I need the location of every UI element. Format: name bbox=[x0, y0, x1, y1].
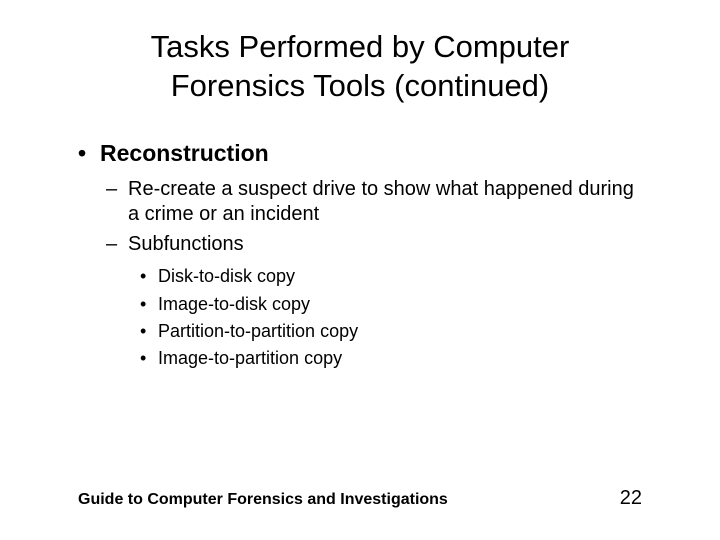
bullet-text: Image-to-partition copy bbox=[158, 348, 342, 368]
bullet-text: Re-create a suspect drive to show what h… bbox=[128, 178, 634, 226]
bullet-level-3: Partition-to-partition copy bbox=[78, 320, 642, 343]
bullet-level-1: Reconstruction bbox=[78, 140, 642, 167]
bullet-text: Partition-to-partition copy bbox=[158, 321, 358, 341]
bullet-level-3-group: Disk-to-disk copy Image-to-disk copy Par… bbox=[78, 265, 642, 371]
footer-text: Guide to Computer Forensics and Investig… bbox=[78, 491, 448, 509]
slide-footer: Guide to Computer Forensics and Investig… bbox=[78, 487, 642, 510]
title-line-2: Forensics Tools (continued) bbox=[171, 68, 550, 103]
bullet-text: Disk-to-disk copy bbox=[158, 266, 295, 286]
bullet-level-2: Subfunctions bbox=[78, 232, 642, 258]
slide-title: Tasks Performed by Computer Forensics To… bbox=[0, 0, 720, 106]
slide-content: Reconstruction Re-create a suspect drive… bbox=[0, 106, 720, 371]
bullet-level-2: Re-create a suspect drive to show what h… bbox=[78, 177, 642, 228]
page-number: 22 bbox=[620, 487, 642, 510]
bullet-text: Subfunctions bbox=[128, 233, 244, 255]
bullet-level-3: Image-to-disk copy bbox=[78, 293, 642, 316]
bullet-level-3: Disk-to-disk copy bbox=[78, 265, 642, 288]
bullet-level-3: Image-to-partition copy bbox=[78, 347, 642, 370]
bullet-text: Reconstruction bbox=[100, 140, 269, 166]
bullet-text: Image-to-disk copy bbox=[158, 294, 310, 314]
title-line-1: Tasks Performed by Computer bbox=[151, 29, 570, 64]
